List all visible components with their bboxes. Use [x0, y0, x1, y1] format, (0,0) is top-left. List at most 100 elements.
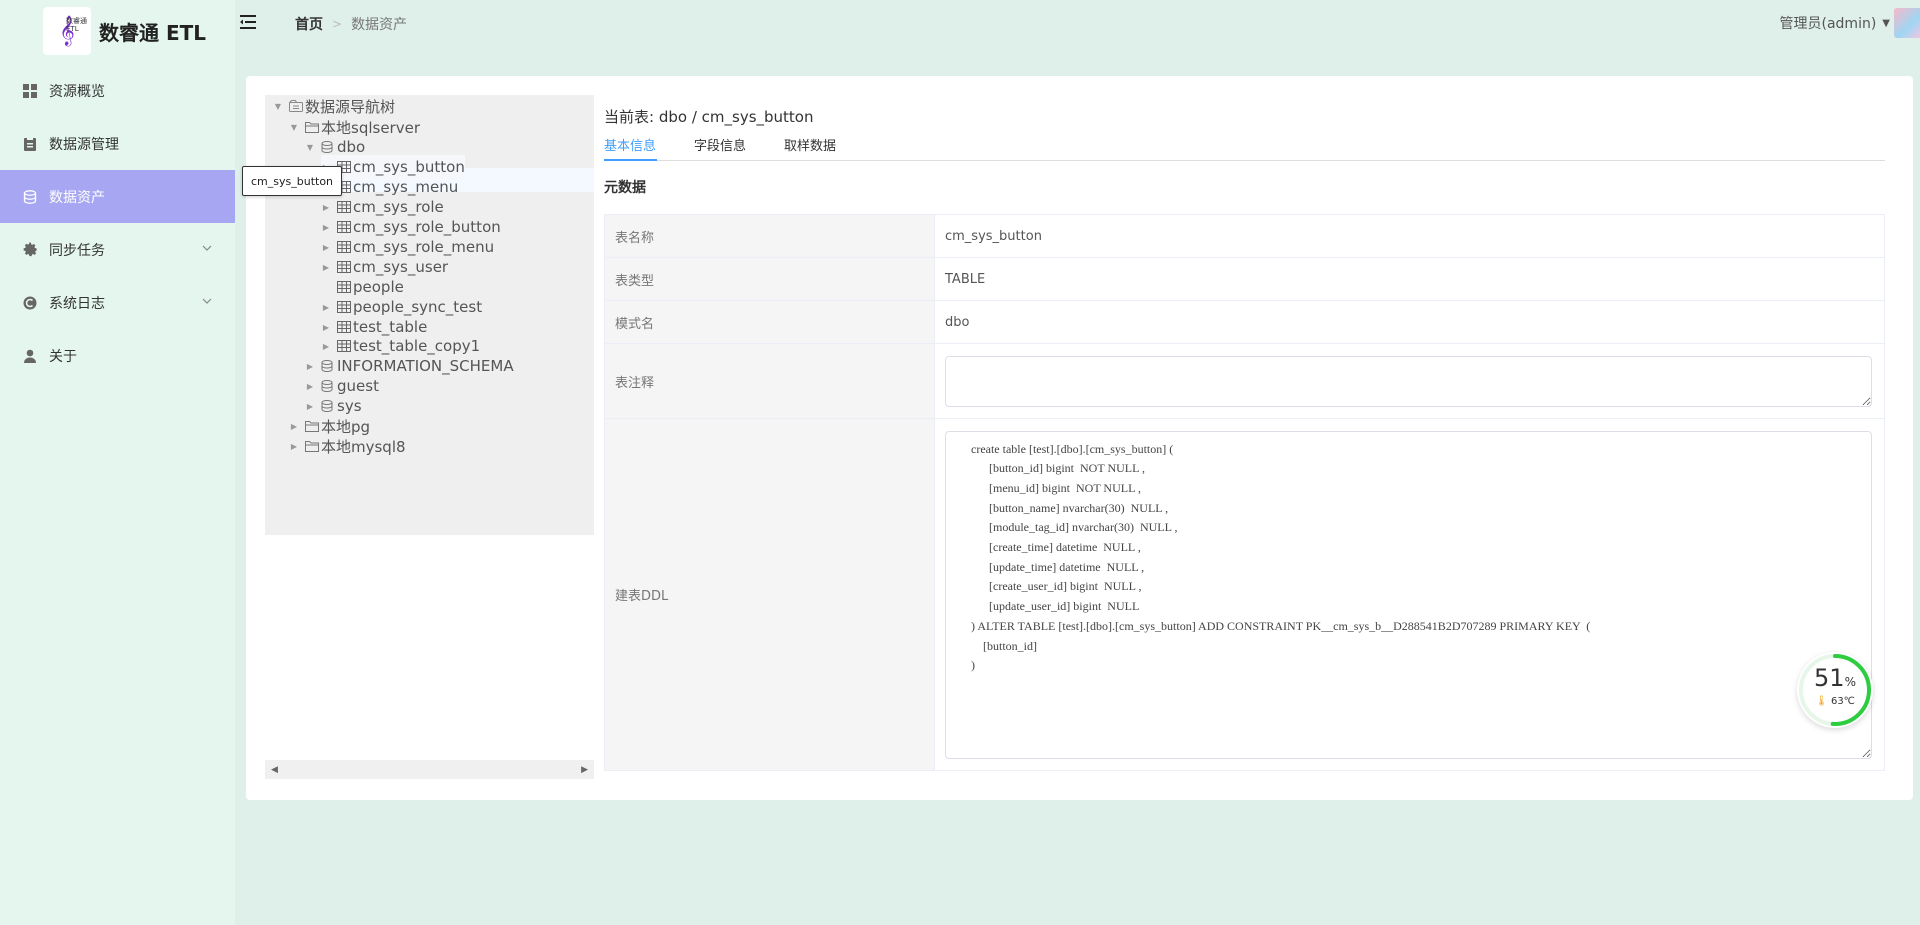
scroll-left-icon[interactable]: ◀	[271, 765, 278, 775]
detail-tabs: 基本信息 字段信息 取样数据	[604, 135, 1885, 161]
metadata-row: 建表DDL create table [test].[dbo].[cm_sys_…	[605, 419, 1884, 770]
caret-right-icon[interactable]: ▶	[321, 223, 331, 232]
caret-right-icon[interactable]: ▶	[321, 303, 331, 312]
tree-node-label: dbo	[337, 138, 366, 156]
table-icon	[337, 261, 352, 274]
folder-icon	[305, 420, 320, 433]
breadcrumb-current: 数据资产	[351, 17, 408, 33]
metadata-label: 模式名	[605, 301, 935, 343]
tree-node-label: 本地mysql8	[321, 437, 406, 456]
tree-node-label: 数据源导航树	[305, 97, 396, 116]
sidebar-item-label: 系统日志	[49, 295, 105, 312]
sidebar-item-label: 数据资产	[49, 189, 105, 206]
user-icon	[22, 348, 38, 364]
caret-right-icon[interactable]: ▶	[321, 342, 331, 351]
metadata-row: 表名称 cm_sys_button	[605, 215, 1884, 258]
caret-right-icon[interactable]: ▶	[305, 382, 315, 391]
metadata-label: 表注释	[605, 344, 935, 418]
caret-right-icon[interactable]: ▶	[321, 203, 331, 212]
table-icon	[337, 321, 352, 334]
sidebar-item-sync-tasks[interactable]: 同步任务	[0, 223, 235, 276]
top-bar: 首页 > 数据资产 管理员(admin) ▼	[235, 0, 1920, 46]
caret-down-icon[interactable]: ▼	[289, 123, 299, 132]
log-icon	[22, 295, 38, 311]
metadata-label: 表类型	[605, 258, 935, 300]
caret-right-icon[interactable]: ▶	[305, 362, 315, 371]
chevron-down-icon	[202, 245, 212, 251]
menu-collapse-icon[interactable]	[240, 14, 258, 30]
metadata-label: 建表DDL	[605, 419, 935, 770]
app-logo[interactable]: 𝄞 数睿通 ETL 数睿通 ETL	[0, 0, 235, 62]
tree-root-icon	[289, 100, 304, 113]
gauge-value: 51	[1814, 664, 1845, 692]
tree-node-label: guest	[337, 377, 379, 395]
database-icon	[22, 189, 38, 205]
sidebar: 𝄞 数睿通 ETL 数睿通 ETL 资源概览 数据源管理 数据资产 同步任务 系…	[0, 0, 235, 925]
datasource-tree: ▼数据源导航树▼本地sqlserver▼dbo▶cm_sys_button▶cm…	[265, 95, 594, 535]
metadata-label: 表名称	[605, 215, 935, 257]
current-table-heading: 当前表: dbo / cm_sys_button	[604, 106, 814, 127]
tree-node-label: cm_sys_menu	[353, 178, 459, 196]
tree-node-label: people	[353, 278, 404, 296]
gauge-temp-wrap: 🌡 63℃	[1797, 696, 1873, 707]
clipboard-icon	[22, 136, 38, 152]
sidebar-item-resource-overview[interactable]: 资源概览	[0, 64, 235, 117]
caret-right-icon[interactable]: ▶	[289, 422, 299, 431]
caret-right-icon[interactable]: ▶	[305, 402, 315, 411]
breadcrumb-home[interactable]: 首页	[295, 14, 323, 34]
sidebar-item-about[interactable]: 关于	[0, 329, 235, 382]
horizontal-scrollbar[interactable]: ◀ ▶	[265, 760, 594, 779]
metadata-table: 表名称 cm_sys_button 表类型 TABLE 模式名 dbo 表注释 …	[604, 214, 1885, 771]
table-icon	[337, 201, 352, 214]
sidebar-menu: 资源概览 数据源管理 数据资产 同步任务 系统日志 关于	[0, 64, 235, 382]
schema-icon	[321, 141, 336, 154]
caret-down-icon: ▼	[1882, 17, 1890, 29]
tree-node-label: test_table_copy1	[353, 337, 481, 355]
caret-right-icon[interactable]: ▶	[321, 243, 331, 252]
sidebar-item-data-assets[interactable]: 数据资产	[0, 170, 235, 223]
folder-icon	[305, 121, 320, 134]
tab-field-info[interactable]: 字段信息	[694, 135, 746, 161]
tab-sample-data[interactable]: 取样数据	[784, 135, 836, 161]
sidebar-item-datasource-manage[interactable]: 数据源管理	[0, 117, 235, 170]
ddl-textarea[interactable]: create table [test].[dbo].[cm_sys_button…	[945, 430, 1872, 759]
tree-node-label: cm_sys_role_menu	[353, 238, 495, 256]
table-name-value: cm_sys_button	[945, 228, 1042, 244]
caret-down-icon[interactable]: ▼	[305, 143, 315, 152]
current-table-prefix: 当前表:	[604, 108, 655, 126]
table-icon	[337, 301, 352, 314]
metadata-row: 表类型 TABLE	[605, 258, 1884, 301]
table-icon	[337, 221, 352, 234]
grid-icon	[22, 83, 38, 99]
breadcrumb: 首页 > 数据资产	[295, 14, 407, 34]
metadata-row: 表注释	[605, 344, 1884, 419]
folder-icon	[305, 440, 320, 453]
user-menu[interactable]: 管理员(admin) ▼	[1780, 13, 1891, 33]
table-comment-input[interactable]	[945, 355, 1872, 407]
breadcrumb-separator-icon: >	[332, 17, 343, 31]
gauge-value-wrap: 51%	[1797, 664, 1873, 692]
tree-node-label: sys	[337, 397, 362, 415]
tree-node-label: cm_sys_role	[353, 198, 444, 216]
gauge-unit: %	[1844, 675, 1856, 689]
tree-node-本地mysql8[interactable]: ▶ 本地mysql8	[289, 434, 406, 458]
caret-right-icon[interactable]: ▶	[289, 442, 299, 451]
caret-right-icon[interactable]: ▶	[321, 263, 331, 272]
tab-basic-info[interactable]: 基本信息	[604, 135, 657, 161]
user-name: 管理员(admin)	[1779, 16, 1877, 32]
caret-right-icon[interactable]: ▶	[321, 323, 331, 332]
table-icon	[337, 340, 352, 353]
cpu-usage-gauge[interactable]: 51% 🌡 63℃	[1797, 652, 1873, 728]
chevron-down-icon	[202, 298, 212, 304]
schema-icon	[321, 380, 336, 393]
sidebar-item-system-log[interactable]: 系统日志	[0, 276, 235, 329]
tree-node-label: people_sync_test	[353, 298, 483, 316]
scroll-right-icon[interactable]: ▶	[581, 765, 588, 775]
avatar[interactable]	[1894, 8, 1920, 38]
schema-icon	[321, 360, 336, 373]
caret-down-icon[interactable]: ▼	[273, 102, 283, 111]
logo-icon: 𝄞 数睿通 ETL	[43, 7, 91, 55]
current-table-name: dbo / cm_sys_button	[658, 108, 814, 126]
sidebar-item-label: 关于	[49, 348, 77, 365]
tree-node-tooltip: cm_sys_button	[242, 166, 343, 196]
